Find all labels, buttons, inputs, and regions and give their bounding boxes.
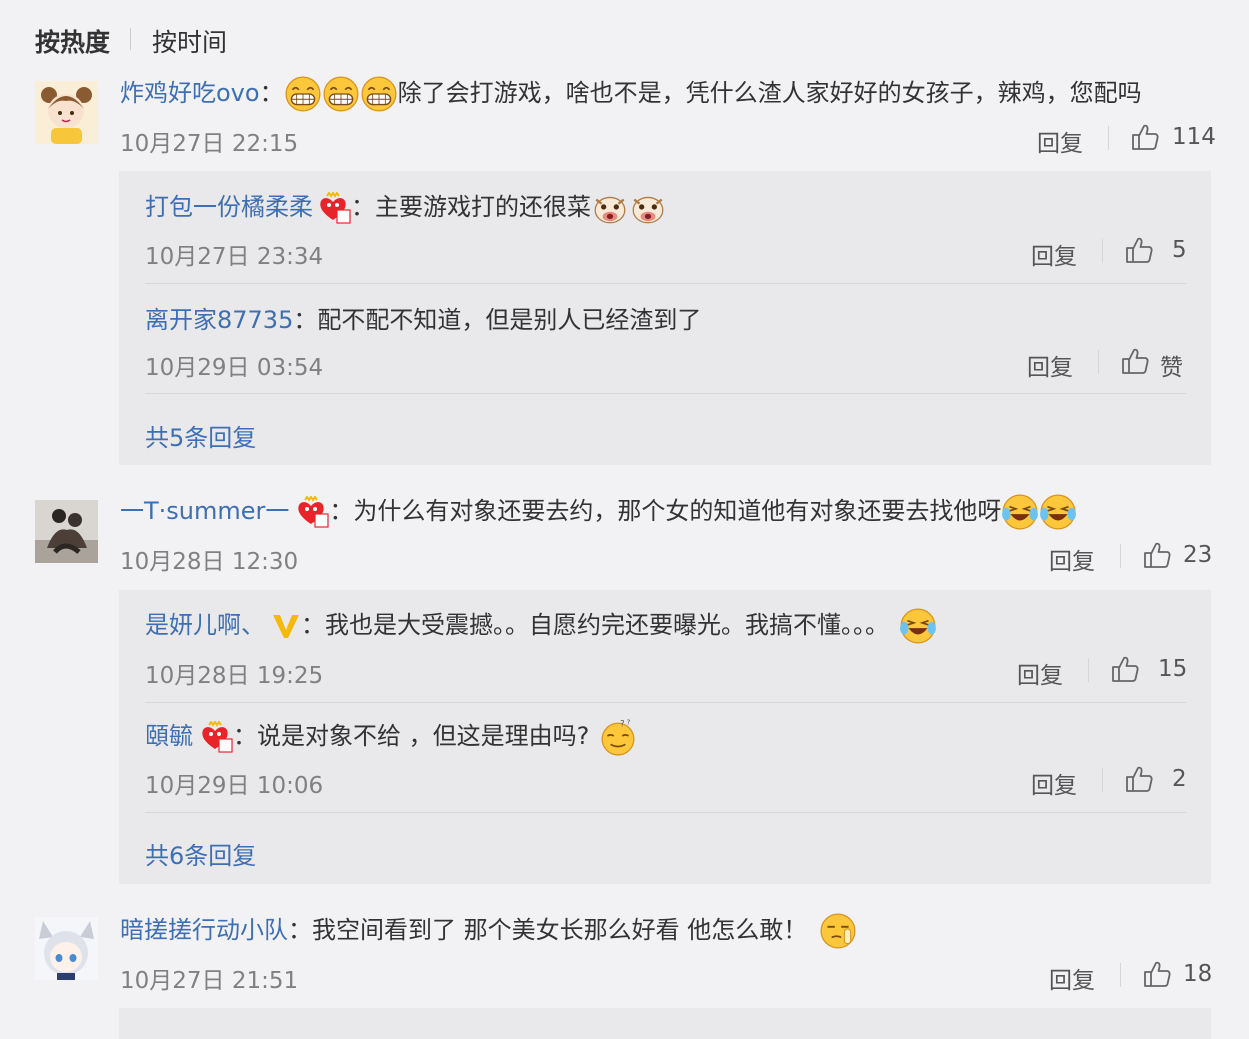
action-divider [1108,126,1109,150]
comment-username[interactable]: 一T·summer一 [120,497,289,525]
shush-emoji-icon [819,912,857,950]
grin-emoji-icon [284,75,322,113]
reply-button[interactable]: 回复 [1031,766,1077,800]
reply-button[interactable]: 回复 [1017,656,1063,690]
action-divider [1120,544,1121,568]
avatar-anime-cat-girl-image [35,917,98,980]
comment-timestamp: 10月28日 12:30 [120,549,299,575]
like-count: 23 [1183,542,1213,568]
member-heart-badge-icon [199,721,233,753]
like-count: 2 [1172,766,1187,792]
reply-timestamp: 10月29日 10:06 [145,773,324,799]
avatar[interactable] [35,500,98,563]
reply-button[interactable]: 回复 [1027,348,1073,382]
sort-by-time-tab[interactable]: 按时间 [152,23,227,59]
avatar[interactable] [35,917,98,980]
action-divider [1120,963,1121,987]
like-count: 15 [1158,656,1188,682]
grin-emoji-icon [322,75,360,113]
comment-timestamp: 10月27日 22:15 [120,131,299,157]
reply-divider [145,812,1186,813]
comment-line: 一T·summer一 ：为什么有对象还要去约，那个女的知道他有对象还要去找他呀 [120,491,1077,531]
reply-line: 頤毓 ：说是对象不给 ，但这是理由吗? [145,716,637,756]
laugh-cry-emoji-icon [899,607,937,645]
reply-divider [145,283,1186,284]
comment-username[interactable]: 暗搓搓行动小队 [120,916,288,944]
comment-username[interactable]: 炸鸡好吃ovo [120,79,260,107]
reply-text: 说是对象不给 ，但这是理由吗? [257,722,590,750]
reply-username[interactable]: 离开家87735 [145,306,293,334]
thumbs-up-icon[interactable] [1120,346,1150,376]
laugh-cry-emoji-icon [1039,493,1077,531]
comment-line: 暗搓搓行动小队：我空间看到了 那个美女长那么好看 他怎么敢！ [120,910,857,950]
reply-button[interactable]: 回复 [1049,542,1095,576]
reply-line: 打包一份橘柔柔 ：主要游戏打的还很菜 [145,187,667,227]
action-divider [1088,658,1089,682]
like-count: 5 [1172,237,1187,263]
cow-emoji-icon [629,189,667,227]
comment-line: 炸鸡好吃ovo： 除了会打游戏，啥也不是，凭什么渣人家好好的女孩子，辣鸡，您配吗 [120,73,1142,113]
reply-username[interactable]: 打包一份橘柔柔 [145,193,313,221]
view-all-replies-link[interactable]: 共5条回复 [145,418,256,453]
avatar[interactable] [35,81,98,144]
comment-text: 我空间看到了 那个美女长那么好看 他怎么敢！ [312,916,808,944]
thumbs-up-icon[interactable] [1124,235,1154,265]
reply-button[interactable]: 回复 [1037,124,1083,158]
reply-divider [145,702,1186,703]
thumbs-up-icon[interactable] [1130,122,1160,152]
verified-v-badge-icon [271,612,301,640]
reply-username[interactable]: 頤毓 [145,722,193,750]
reply-line: 离开家87735：配不配不知道，但是别人已经渣到了 [145,306,702,334]
avatar-girl-image [35,81,98,144]
reply-text: 配不配不知道，但是别人已经渣到了 [317,306,702,334]
like-count: 114 [1172,124,1216,150]
avatar-couple-image [35,500,98,563]
view-all-replies-link[interactable]: 共6条回复 [145,836,256,871]
thumbs-up-icon[interactable] [1142,959,1172,989]
comment-timestamp: 10月27日 21:51 [120,968,299,994]
reply-timestamp: 10月29日 03:54 [145,355,324,381]
action-divider [1102,239,1103,263]
cow-emoji-icon [591,189,629,227]
replies-panel [119,1008,1211,1039]
reply-text: 主要游戏打的还很菜 [375,193,591,221]
reply-timestamp: 10月27日 23:34 [145,244,324,270]
reply-button[interactable]: 回复 [1031,237,1077,271]
member-heart-badge-icon [317,192,351,224]
thumbs-up-icon[interactable] [1124,764,1154,794]
sort-by-hot-tab[interactable]: 按热度 [35,23,110,59]
reply-divider [145,393,1186,394]
like-label: 赞 [1160,355,1183,381]
comment-text: 为什么有对象还要去约，那个女的知道他有对象还要去找他呀 [353,497,1002,525]
reply-line: 是妍儿啊、 ：我也是大受震撼。。自愿约完还要曝光。我搞不懂。。。 [145,605,937,645]
laugh-cry-emoji-icon [1001,493,1039,531]
action-divider [1098,350,1099,374]
like-count: 18 [1183,961,1213,987]
puzzled-emoji-icon [599,718,637,756]
thumbs-up-icon[interactable] [1110,654,1140,684]
thumbs-up-icon[interactable] [1142,540,1172,570]
comment-text: 除了会打游戏，啥也不是，凭什么渣人家好好的女孩子，辣鸡，您配吗 [397,79,1142,107]
action-divider [1102,768,1103,792]
reply-button[interactable]: 回复 [1049,961,1095,995]
member-heart-badge-icon [295,496,329,528]
sort-divider [130,28,131,50]
reply-timestamp: 10月28日 19:25 [145,663,324,689]
reply-username[interactable]: 是妍儿啊、 [145,611,265,639]
reply-text: 我也是大受震撼。。自愿约完还要曝光。我搞不懂。。。 [325,611,889,639]
grin-emoji-icon [360,75,398,113]
